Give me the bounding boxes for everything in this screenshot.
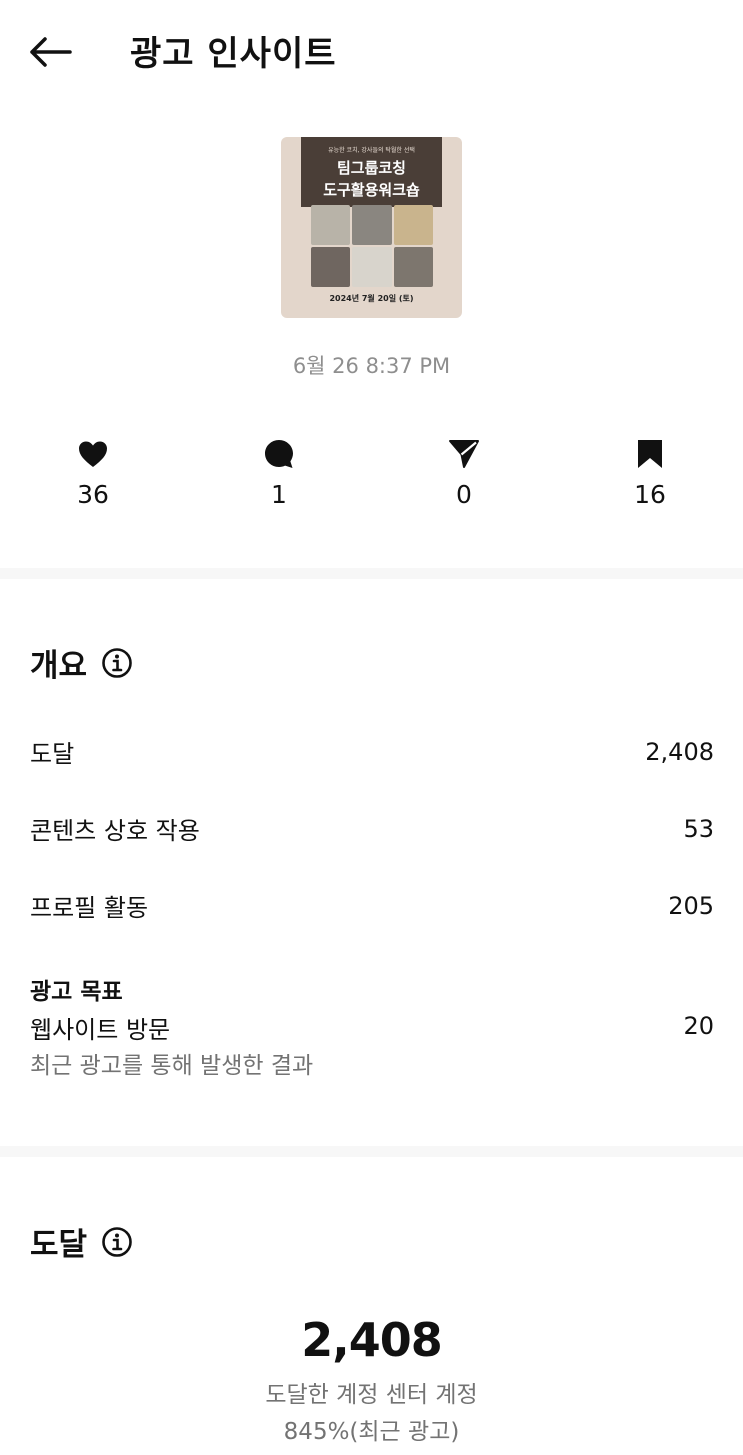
bookmark-icon: [638, 440, 662, 468]
thumbnail-photo: [393, 205, 433, 245]
thumbnail-subtitle: 유능한 코치, 강사들의 탁월한 선택: [328, 147, 415, 154]
overview-section-title: 개요: [30, 640, 133, 685]
saves-count: 16: [634, 480, 666, 509]
row-value: 53: [683, 814, 714, 843]
thumbnail-photo: [311, 205, 351, 245]
section-divider: [0, 1146, 743, 1157]
post-thumbnail[interactable]: 유능한 코치, 강사들의 탁월한 선택 팀그룹코칭 도구활용워크숍 2024년 …: [281, 137, 462, 318]
saves-stat: 16: [590, 436, 710, 509]
send-icon: [449, 440, 479, 468]
comments-stat: 1: [219, 436, 339, 509]
info-icon[interactable]: [101, 1226, 133, 1258]
post-timestamp: 6월 26 8:37 PM: [292, 354, 451, 378]
row-value: 2,408: [645, 737, 714, 766]
overview-row-reach[interactable]: 도달 2,408: [30, 734, 714, 769]
info-icon[interactable]: [101, 647, 133, 679]
reach-total: 2,408: [301, 1313, 443, 1367]
likes-stat: 36: [33, 436, 153, 509]
overview-title: 개요: [30, 648, 88, 684]
ad-goal-value: 20: [683, 1012, 714, 1040]
ad-goal-title: 광고 목표: [30, 979, 123, 1005]
ad-goal-note: 최근 광고를 통해 발생한 결과: [30, 1053, 314, 1079]
row-value: 205: [668, 891, 714, 920]
arrow-left-icon: [30, 37, 72, 67]
overview-row-interactions[interactable]: 콘텐츠 상호 작용 53: [30, 811, 714, 846]
engagement-stats: 36 1 0 16: [0, 436, 743, 526]
overview-row-profile-activity[interactable]: 프로필 활동 205: [30, 888, 714, 923]
thumbnail-photo-grid: [311, 205, 433, 287]
thumbnail-photo: [393, 247, 433, 287]
thumbnail-title-line1: 팀그룹코칭: [336, 159, 406, 177]
reach-title: 도달: [30, 1227, 88, 1263]
row-label: 도달: [30, 740, 75, 768]
thumbnail-photo: [352, 247, 392, 287]
back-button[interactable]: [26, 30, 74, 74]
page-title: 광고 인사이트: [130, 34, 337, 74]
heart-icon: [79, 441, 107, 467]
thumbnail-title-line2: 도구활용워크숍: [323, 181, 420, 199]
row-label: 콘텐츠 상호 작용: [30, 817, 200, 845]
thumbnail-photo: [311, 247, 351, 287]
thumbnail-photo: [352, 205, 392, 245]
comments-count: 1: [271, 480, 287, 509]
section-divider: [0, 568, 743, 579]
shares-count: 0: [456, 480, 472, 509]
reach-percent: 845%(최근 광고): [283, 1419, 460, 1445]
reach-label: 도달한 계정 센터 계정: [265, 1382, 478, 1408]
header: 광고 인사이트: [0, 0, 743, 100]
reach-section-title: 도달: [30, 1219, 133, 1264]
ad-goal-label: 웹사이트 방문: [30, 1016, 171, 1044]
likes-count: 36: [77, 480, 109, 509]
comment-icon: [265, 440, 293, 468]
row-label: 프로필 활동: [30, 894, 149, 922]
thumbnail-date: 2024년 7월 20일 (토): [329, 294, 414, 303]
shares-stat: 0: [404, 436, 524, 509]
